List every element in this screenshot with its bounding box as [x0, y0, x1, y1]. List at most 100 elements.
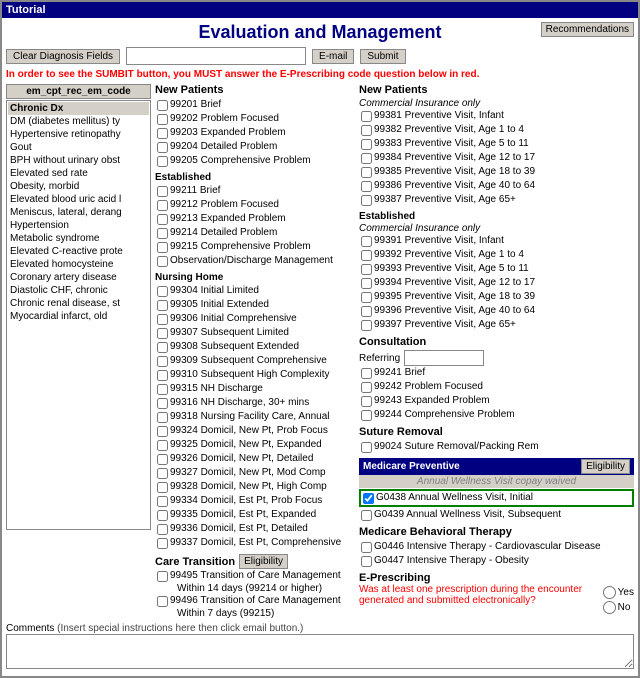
dx-item[interactable]: Elevated sed rate	[8, 167, 149, 180]
dx-item[interactable]: Hypertensive retinopathy	[8, 128, 149, 141]
code-checkbox-g0447[interactable]	[361, 556, 372, 567]
code-item-99024[interactable]: 99024 Suture Removal/Packing Rem	[359, 440, 634, 454]
code-item-g0447[interactable]: G0447 Intensive Therapy - Obesity	[359, 554, 634, 568]
dx-item[interactable]: Elevated blood uric acid l	[8, 193, 149, 206]
code-checkbox-99495[interactable]	[157, 571, 168, 582]
code-item-99244[interactable]: 99244 Comprehensive Problem	[359, 408, 634, 422]
code-item-99305[interactable]: 99305 Initial Extended	[155, 298, 355, 312]
dx-item[interactable]: Obesity, morbid	[8, 180, 149, 193]
code-item-99308[interactable]: 99308 Subsequent Extended	[155, 340, 355, 354]
comments-textarea[interactable]	[6, 634, 634, 669]
code-checkbox-99202[interactable]	[157, 114, 168, 125]
code-item-99328[interactable]: 99328 Domicil, New Pt, High Comp	[155, 480, 355, 494]
code-checkbox-99306[interactable]	[157, 314, 168, 325]
code-item-g0439[interactable]: G0439 Annual Wellness Visit, Subsequent	[359, 508, 634, 522]
care-transition-eligibility-button[interactable]: Eligibility	[239, 554, 288, 569]
code-item-99495[interactable]: 99495 Transition of Care Management	[155, 569, 355, 583]
code-checkbox-99212[interactable]	[157, 200, 168, 211]
code-checkbox-99326[interactable]	[157, 454, 168, 465]
code-checkbox-99325[interactable]	[157, 440, 168, 451]
code-item-99327[interactable]: 99327 Domicil, New Pt, Mod Comp	[155, 466, 355, 480]
code-item-99213[interactable]: 99213 Expanded Problem	[155, 212, 355, 226]
code-item-99309[interactable]: 99309 Subsequent Comprehensive	[155, 354, 355, 368]
code-checkbox-99203[interactable]	[157, 128, 168, 139]
eprescribing-no-radio[interactable]	[603, 601, 616, 614]
clear-diagnosis-button[interactable]: Clear Diagnosis Fields	[6, 49, 120, 64]
code-item-99391[interactable]: 99391 Preventive Visit, Infant	[359, 234, 634, 248]
code-item-99385[interactable]: 99385 Preventive Visit, Age 18 to 39	[359, 165, 634, 179]
code-item-99394[interactable]: 99394 Preventive Visit, Age 12 to 17	[359, 276, 634, 290]
code-item-99204[interactable]: 99204 Detailed Problem	[155, 140, 355, 154]
code-checkbox-99024[interactable]	[361, 442, 372, 453]
code-checkbox-99327[interactable]	[157, 468, 168, 479]
code-checkbox-99211[interactable]	[157, 186, 168, 197]
code-item-99496[interactable]: 99496 Transition of Care Management	[155, 594, 355, 608]
code-item-99214[interactable]: 99214 Detailed Problem	[155, 226, 355, 240]
code-checkbox-99315[interactable]	[157, 384, 168, 395]
code-item-99215[interactable]: 99215 Comprehensive Problem	[155, 240, 355, 254]
code-item-obs[interactable]: Observation/Discharge Management	[155, 254, 355, 268]
code-checkbox-99214[interactable]	[157, 228, 168, 239]
dx-item[interactable]: BPH without urinary obst	[8, 154, 149, 167]
code-checkbox-99382[interactable]	[361, 125, 372, 136]
code-checkbox-99387[interactable]	[361, 195, 372, 206]
code-item-99318[interactable]: 99318 Nursing Facility Care, Annual	[155, 410, 355, 424]
dx-item[interactable]: Diastolic CHF, chronic	[8, 284, 149, 297]
dx-item[interactable]: Metabolic syndrome	[8, 232, 149, 245]
code-checkbox-99384[interactable]	[361, 153, 372, 164]
code-checkbox-99397[interactable]	[361, 320, 372, 331]
code-item-99242[interactable]: 99242 Problem Focused	[359, 380, 634, 394]
code-item-99325[interactable]: 99325 Domicil, New Pt, Expanded	[155, 438, 355, 452]
code-checkbox-99215[interactable]	[157, 242, 168, 253]
code-item-99384[interactable]: 99384 Preventive Visit, Age 12 to 17	[359, 151, 634, 165]
eprescribing-yes-label[interactable]: Yes	[603, 586, 634, 599]
code-item-99304[interactable]: 99304 Initial Limited	[155, 284, 355, 298]
code-item-99393[interactable]: 99393 Preventive Visit, Age 5 to 11	[359, 262, 634, 276]
code-item-99397[interactable]: 99397 Preventive Visit, Age 65+	[359, 318, 634, 332]
code-checkbox-99381[interactable]	[361, 111, 372, 122]
code-checkbox-99242[interactable]	[361, 382, 372, 393]
code-checkbox-g0438[interactable]	[363, 493, 374, 504]
code-item-99201[interactable]: 99201 Brief	[155, 98, 355, 112]
code-checkbox-99310[interactable]	[157, 370, 168, 381]
code-checkbox-99213[interactable]	[157, 214, 168, 225]
referring-input[interactable]	[404, 350, 484, 366]
code-checkbox-99241[interactable]	[361, 368, 372, 379]
code-checkbox-99383[interactable]	[361, 139, 372, 150]
code-item-g0446[interactable]: G0446 Intensive Therapy - Cardiovascular…	[359, 540, 634, 554]
eprescribing-no-label[interactable]: No	[603, 601, 634, 614]
chronic-dx-box[interactable]: Chronic Dx DM (diabetes mellitus) ty Hyp…	[6, 100, 151, 530]
dx-item[interactable]: Meniscus, lateral, derang	[8, 206, 149, 219]
dx-item[interactable]: Myocardial infarct, old	[8, 310, 149, 323]
code-checkbox-99385[interactable]	[361, 167, 372, 178]
code-item-99316[interactable]: 99316 NH Discharge, 30+ mins	[155, 396, 355, 410]
code-item-99335[interactable]: 99335 Domicil, Est Pt, Expanded	[155, 508, 355, 522]
code-checkbox-99324[interactable]	[157, 426, 168, 437]
code-checkbox-99201[interactable]	[157, 100, 168, 111]
code-item-99392[interactable]: 99392 Preventive Visit, Age 1 to 4	[359, 248, 634, 262]
code-checkbox-99392[interactable]	[361, 250, 372, 261]
code-item-99307[interactable]: 99307 Subsequent Limited	[155, 326, 355, 340]
code-checkbox-99391[interactable]	[361, 236, 372, 247]
code-item-99381[interactable]: 99381 Preventive Visit, Infant	[359, 109, 634, 123]
code-item-99382[interactable]: 99382 Preventive Visit, Age 1 to 4	[359, 123, 634, 137]
code-checkbox-99309[interactable]	[157, 356, 168, 367]
code-checkbox-99316[interactable]	[157, 398, 168, 409]
code-item-99334[interactable]: 99334 Domicil, Est Pt, Prob Focus	[155, 494, 355, 508]
code-checkbox-99308[interactable]	[157, 342, 168, 353]
code-checkbox-g0439[interactable]	[361, 510, 372, 521]
code-checkbox-99244[interactable]	[361, 410, 372, 421]
dx-item[interactable]: Coronary artery disease	[8, 271, 149, 284]
code-checkbox-99336[interactable]	[157, 524, 168, 535]
code-checkbox-99337[interactable]	[157, 538, 168, 549]
medicare-eligibility-button[interactable]: Eligibility	[581, 459, 630, 474]
code-checkbox-99205[interactable]	[157, 156, 168, 167]
recommendations-button[interactable]: Recommendations	[541, 22, 634, 37]
code-checkbox-99396[interactable]	[361, 306, 372, 317]
code-item-99306[interactable]: 99306 Initial Comprehensive	[155, 312, 355, 326]
code-item-99396[interactable]: 99396 Preventive Visit, Age 40 to 64	[359, 304, 634, 318]
code-checkbox-99304[interactable]	[157, 286, 168, 297]
code-checkbox-99394[interactable]	[361, 278, 372, 289]
code-checkbox-99496[interactable]	[157, 596, 168, 607]
dx-item[interactable]: Elevated C-reactive prote	[8, 245, 149, 258]
